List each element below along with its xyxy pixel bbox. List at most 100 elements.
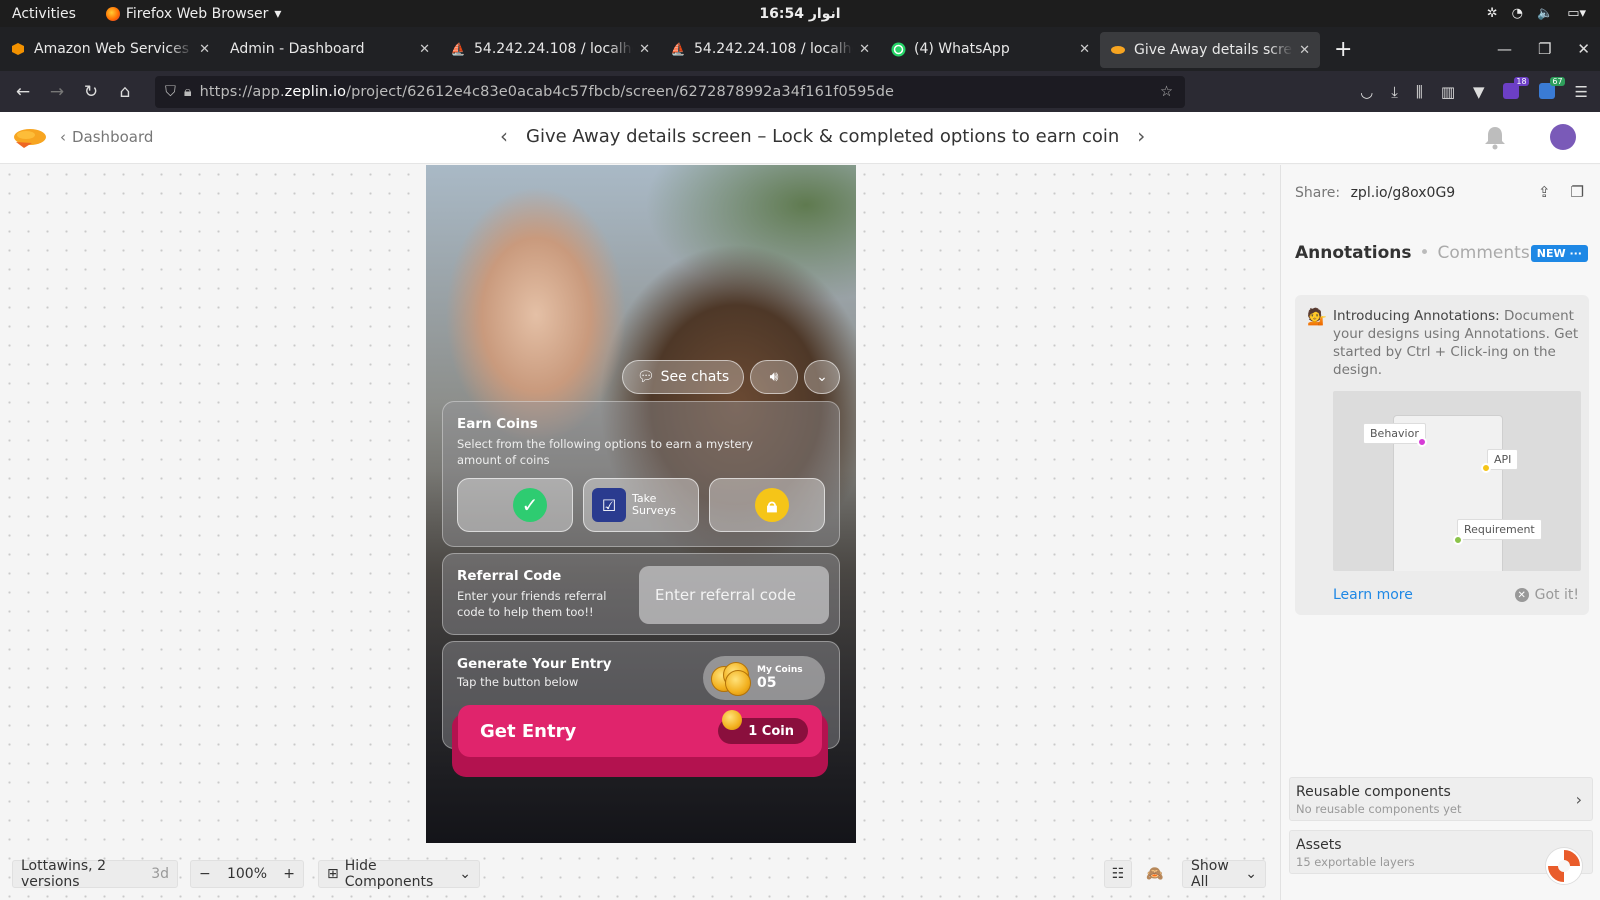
tab-label: 54.242.24.108 / localhost: [694, 41, 853, 57]
option-completed[interactable]: ✓: [457, 478, 573, 532]
reusable-components-subtitle: No reusable components yet: [1296, 802, 1462, 816]
avatar-monkey-icon[interactable]: 🙈: [1140, 860, 1170, 888]
previous-screen-icon[interactable]: ‹: [500, 124, 508, 148]
sound-toggle-button[interactable]: 🔊︎: [750, 360, 798, 394]
see-chats-label: See chats: [660, 369, 730, 385]
toolbar-icons: ◡ ⤓ ⫼ ▥ ▼ 18 67 ☰: [1360, 76, 1588, 101]
notifications-bell-icon[interactable]: [1482, 124, 1508, 150]
close-icon[interactable]: ✕: [419, 42, 430, 57]
referral-code-input[interactable]: Enter referral code: [639, 566, 829, 624]
share-upload-icon[interactable]: ⇪: [1538, 183, 1551, 201]
zoom-level[interactable]: 100%: [227, 866, 267, 882]
illustration-tag-api: API: [1487, 449, 1519, 470]
close-icon[interactable]: ✕: [1299, 43, 1310, 58]
activities-button[interactable]: Activities: [12, 6, 76, 22]
app-menu[interactable]: Firefox Web Browser ▾: [105, 5, 281, 22]
home-icon[interactable]: ⌂: [108, 82, 142, 102]
vpn-extension-icon[interactable]: ▼: [1473, 83, 1485, 101]
chevron-down-icon: ⌄: [1245, 866, 1257, 882]
copy-icon[interactable]: ❐: [1571, 183, 1584, 201]
hide-components-label: Hide Components: [344, 858, 434, 890]
versions-label: Lottawins, 2 versions: [21, 858, 106, 890]
restore-icon[interactable]: ❐: [1538, 40, 1551, 58]
annotation-list-icon: ☷: [1111, 866, 1125, 882]
zoom-control: − 100% +: [190, 860, 304, 888]
tab-label: 54.242.24.108 / localhost: [474, 41, 633, 57]
dashboard-back-link[interactable]: ‹ Dashboard: [60, 128, 153, 146]
reload-icon[interactable]: ↻: [74, 82, 108, 102]
annotations-toggle-button[interactable]: ☷: [1104, 860, 1132, 888]
tab-annotations[interactable]: Annotations: [1295, 243, 1412, 263]
extension-badge-icon[interactable]: 18: [1502, 76, 1529, 101]
hand-emoji-icon: 💁: [1307, 307, 1327, 326]
wifi-icon: ◔: [1511, 6, 1523, 21]
design-artboard[interactable]: 💬︎ See chats 🔊︎ ⌄ Earn Coins Select from…: [426, 165, 856, 843]
share-link[interactable]: zpl.io/g8ox0G9: [1351, 185, 1456, 201]
versions-button[interactable]: Lottawins, 2 versions 3d: [12, 858, 178, 890]
show-all-dropdown[interactable]: Show All ⌄: [1182, 858, 1266, 890]
address-bar[interactable]: ⛉ 🔒︎ https://app.zeplin.io/project/62612…: [155, 75, 1185, 108]
url-text[interactable]: https://app.zeplin.io/project/62612e4c83…: [200, 84, 1160, 100]
tab-comments[interactable]: Comments: [1438, 243, 1530, 263]
tab-label: Admin - Dashboard: [230, 41, 365, 57]
new-tab-button[interactable]: +: [1334, 37, 1352, 62]
hide-components-button[interactable]: ⊞ Hide Components ⌄: [318, 858, 480, 890]
zeplin-logo-icon[interactable]: [12, 124, 48, 150]
referral-description: Enter your friends referral code to help…: [457, 589, 607, 619]
minimize-icon[interactable]: —: [1497, 40, 1512, 58]
tab-admin-dashboard[interactable]: Admin - Dashboard ✕: [220, 31, 440, 67]
share-row: Share: zpl.io/g8ox0G9: [1295, 185, 1455, 201]
collapse-button[interactable]: ⌄: [804, 360, 840, 394]
close-icon[interactable]: ✕: [199, 42, 210, 57]
next-screen-icon[interactable]: ›: [1137, 124, 1145, 148]
see-chats-button[interactable]: 💬︎ See chats: [622, 360, 744, 394]
zoom-out-icon[interactable]: −: [199, 866, 211, 882]
forward-icon[interactable]: →: [40, 82, 74, 102]
tab-zeplin-active[interactable]: Give Away details screen ✕: [1100, 32, 1320, 68]
option-take-surveys[interactable]: ☑ Take Surveys: [583, 478, 699, 532]
dashboard-label: Dashboard: [72, 128, 154, 146]
learn-more-link[interactable]: Learn more: [1333, 587, 1413, 603]
reusable-components-row[interactable]: Reusable components No reusable componen…: [1289, 777, 1593, 821]
close-window-icon[interactable]: ✕: [1577, 40, 1590, 58]
close-icon[interactable]: ✕: [1079, 42, 1090, 57]
generate-entry-title: Generate Your Entry: [457, 656, 612, 672]
url-prefix: https://app.: [199, 83, 285, 100]
menu-icon[interactable]: ☰: [1575, 83, 1588, 101]
tab-phpmyadmin-2[interactable]: ⛵ 54.242.24.108 / localhost ✕: [660, 31, 880, 67]
behavior-dot: [1417, 437, 1427, 447]
bookmark-star-icon[interactable]: ☆: [1160, 84, 1173, 100]
illustration-tag-requirement: Requirement: [1457, 519, 1542, 540]
option-locked[interactable]: 🔒︎: [709, 478, 825, 532]
clock[interactable]: 16:54 انوار: [759, 6, 840, 22]
my-coins-label: My Coins: [757, 665, 803, 675]
pocket-icon[interactable]: ◡: [1360, 83, 1373, 101]
get-entry-button[interactable]: Get Entry 1 Coin: [452, 705, 828, 777]
extension-grid-icon[interactable]: 67: [1538, 76, 1565, 101]
app-name: Firefox Web Browser: [125, 5, 269, 22]
shield-icon[interactable]: ⛉: [165, 84, 176, 100]
downloads-icon[interactable]: ⤓: [1391, 83, 1398, 101]
tab-whatsapp[interactable]: (4) WhatsApp ✕: [880, 31, 1100, 67]
back-icon[interactable]: ←: [6, 82, 40, 102]
close-icon[interactable]: ✕: [859, 42, 870, 57]
right-sidebar: Share: zpl.io/g8ox0G9 ⇪ ❐ Annotations • …: [1280, 165, 1600, 900]
help-lifebuoy-icon[interactable]: [1546, 848, 1582, 884]
tab-phpmyadmin-1[interactable]: ⛵ 54.242.24.108 / localhost ✕: [440, 31, 660, 67]
my-coins-block: My Coins 05: [757, 665, 803, 691]
library-icon[interactable]: ⫼: [1416, 83, 1423, 101]
system-tray[interactable]: ✲ ◔ 🔈 ▭▾: [1487, 6, 1586, 21]
reusable-components-title: Reusable components: [1296, 784, 1451, 800]
new-badge[interactable]: NEW ···: [1530, 245, 1588, 262]
user-avatar[interactable]: [1550, 124, 1576, 150]
sidebar-icon[interactable]: ▥: [1441, 83, 1455, 101]
phpmyadmin-icon: ⛵: [670, 42, 686, 56]
entry-cost-label: 1 Coin: [748, 723, 794, 739]
api-dot: [1481, 463, 1491, 473]
got-it-button[interactable]: ✕ Got it!: [1514, 587, 1579, 603]
tab-aws[interactable]: Amazon Web Services Sig ✕: [0, 31, 220, 67]
zoom-in-icon[interactable]: +: [283, 866, 295, 882]
close-icon[interactable]: ✕: [639, 42, 650, 57]
lock-icon[interactable]: 🔒︎: [184, 84, 192, 100]
annotations-illustration: Behavior API Requirement: [1333, 391, 1581, 571]
